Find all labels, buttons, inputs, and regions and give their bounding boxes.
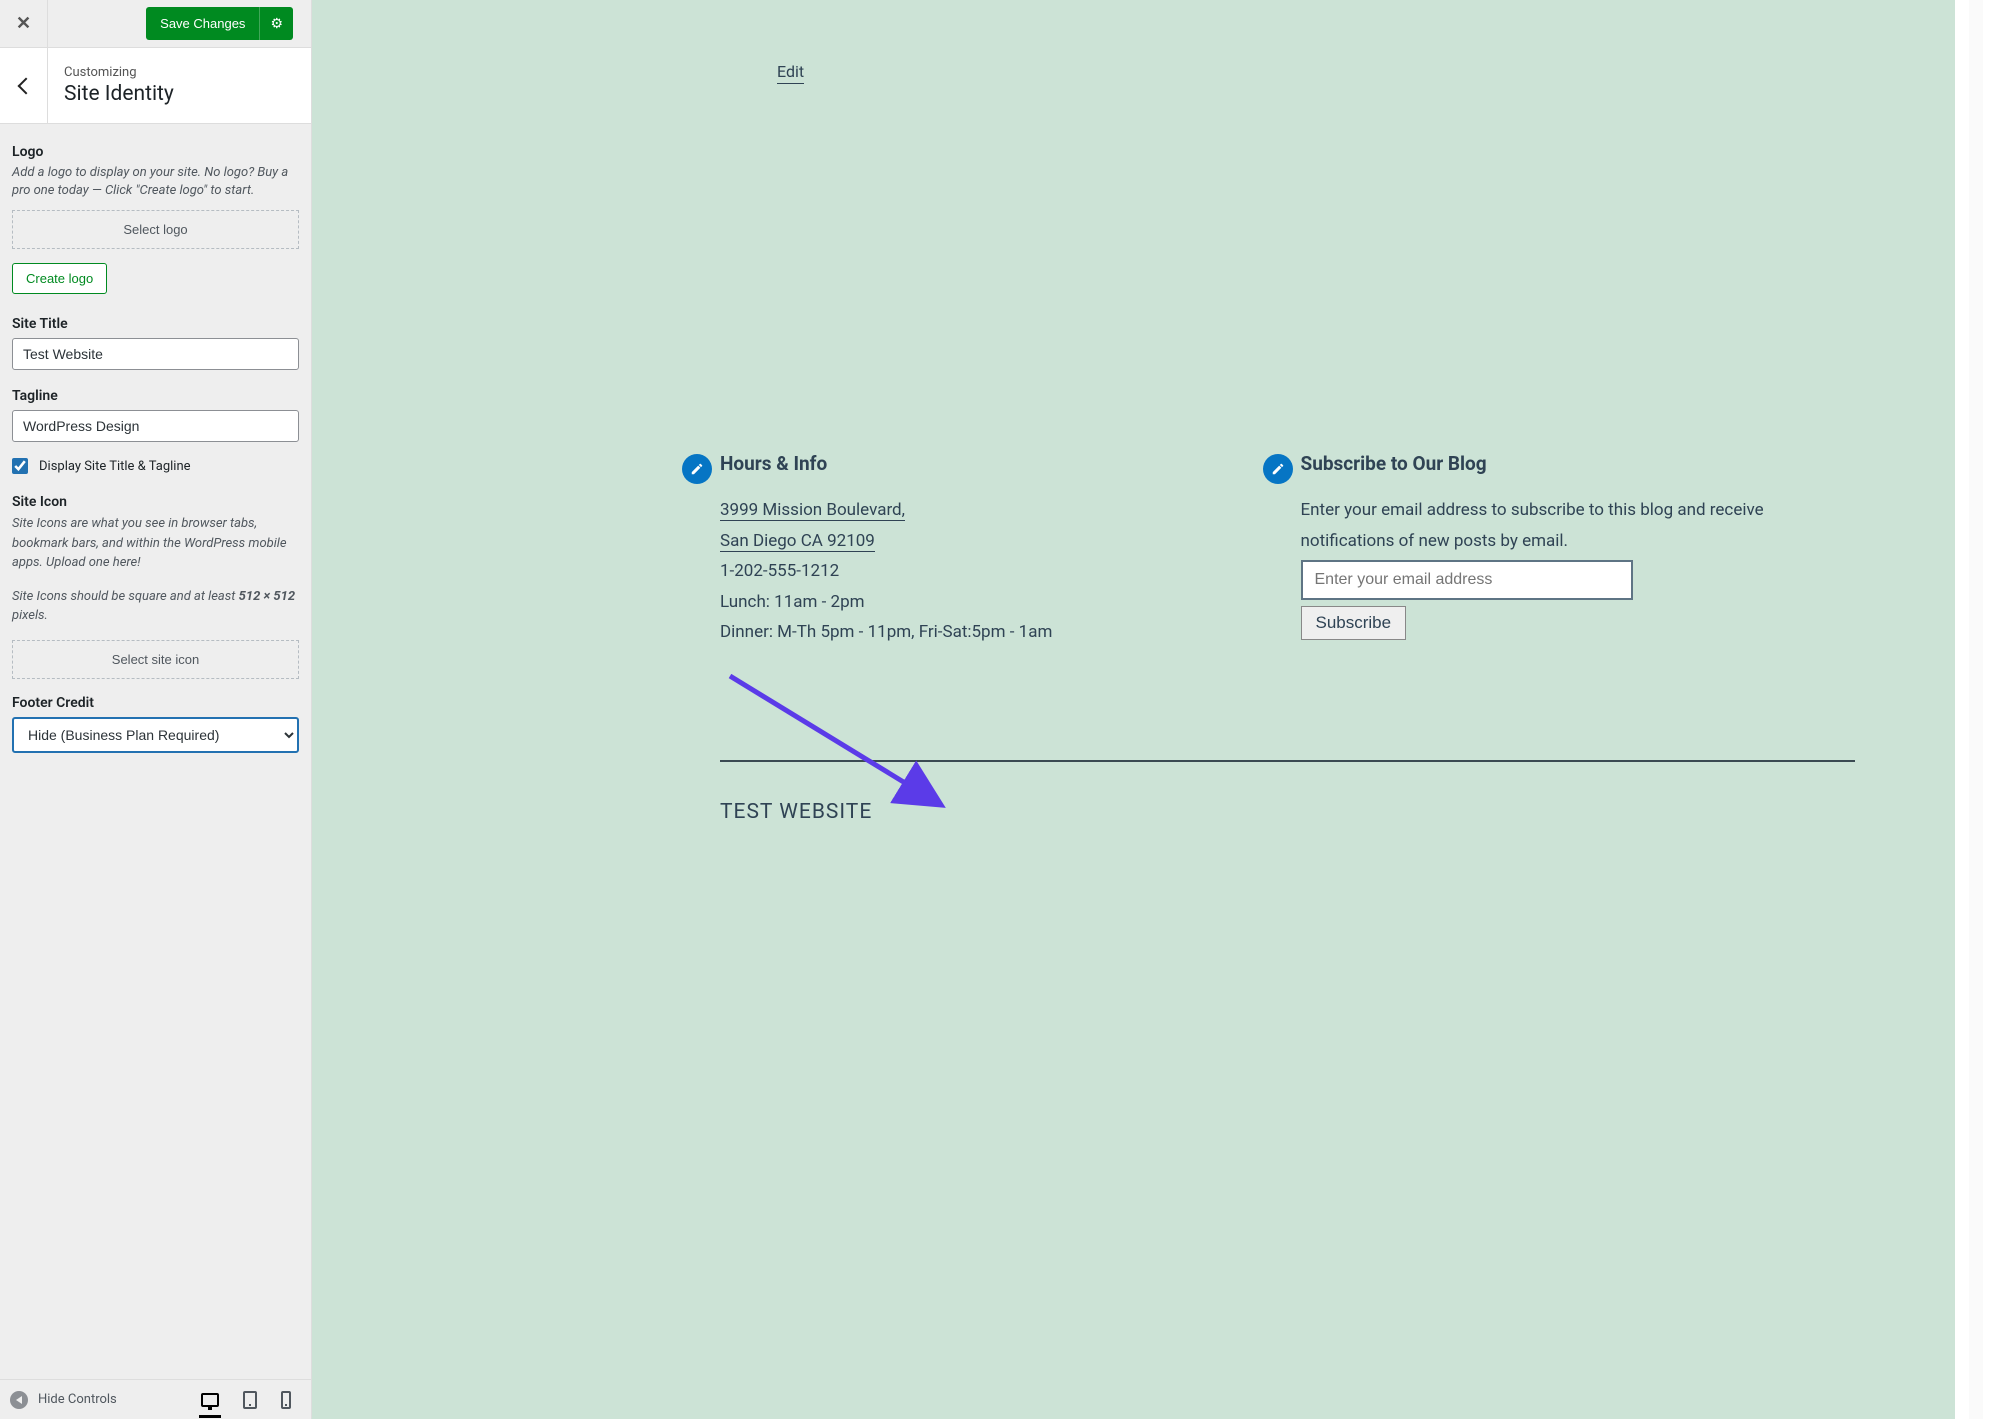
create-logo-button[interactable]: Create logo [12,263,107,294]
site-icon-description-1: Site Icons are what you see in browser t… [12,514,299,573]
hours-info-widget: Hours & Info 3999 Mission Boulevard, San… [720,452,1275,648]
collapse-icon [10,1391,28,1409]
site-icon-description-2: Site Icons should be square and at least… [12,587,299,626]
address-line-1: 3999 Mission Boulevard, [720,500,905,521]
tablet-icon [243,1391,257,1409]
preview-scrollbar-gutter [1955,0,1999,1419]
site-icon-desc2-post: pixels. [12,608,48,623]
subscribe-widget: Subscribe to Our Blog Enter your email a… [1301,452,1856,648]
site-icon-desc2-bold: 512 × 512 [239,589,296,604]
preview-pane: Edit Hours & Info 3999 Mission Boulevard… [312,0,1999,1419]
widget-edit-button[interactable] [1263,454,1293,484]
display-title-checkbox-row: Display Site Title & Tagline [12,458,299,474]
save-button-wrap: Save Changes ⚙ [146,7,311,40]
customizer-sidebar: ✕ Save Changes ⚙ Customizing Site Identi… [0,0,312,1419]
subscribe-button[interactable]: Subscribe [1301,606,1407,640]
footer-credit-select[interactable]: Hide (Business Plan Required) [12,717,299,753]
customizing-label: Customizing [64,65,174,80]
section-header: Customizing Site Identity [0,48,311,124]
pencil-icon [690,462,704,476]
device-desktop-button[interactable] [201,1393,219,1407]
logo-description: Add a logo to display on your site. No l… [12,164,299,200]
subscribe-email-input[interactable] [1301,560,1633,600]
address-link[interactable]: 3999 Mission Boulevard, San Diego CA 921… [720,495,1275,556]
subscribe-blurb: Enter your email address to subscribe to… [1301,495,1856,556]
display-title-checkbox[interactable] [12,458,28,474]
lunch-hours-text: Lunch: 11am - 2pm [720,587,1275,618]
footer-credit-label: Footer Credit [12,695,299,711]
save-button-label: Save Changes [146,8,259,39]
device-preview-buttons [201,1391,301,1409]
hide-controls-label: Hide Controls [38,1392,117,1407]
sidebar-top-bar: ✕ Save Changes ⚙ [0,0,311,48]
back-button[interactable] [0,48,48,124]
mobile-icon [281,1391,291,1409]
edit-shortcut-link[interactable]: Edit [777,62,804,84]
save-changes-button[interactable]: Save Changes ⚙ [146,7,293,40]
close-customizer-button[interactable]: ✕ [0,0,48,48]
section-title: Site Identity [64,82,174,106]
select-logo-button[interactable]: Select logo [12,210,299,249]
annotation-arrow [728,674,948,814]
device-mobile-button[interactable] [281,1391,291,1409]
widget-edit-button[interactable] [682,454,712,484]
pencil-icon [1271,462,1285,476]
sidebar-body: Logo Add a logo to display on your site.… [0,124,311,1379]
tagline-input[interactable] [12,410,299,442]
select-site-icon-button[interactable]: Select site icon [12,640,299,679]
site-icon-heading: Site Icon [12,494,299,510]
footer-site-title: TEST WEBSITE [720,800,872,824]
preview-scrollbar[interactable] [1969,0,1983,1419]
hours-info-title: Hours & Info [720,452,1275,475]
hide-controls-button[interactable]: Hide Controls [10,1391,117,1409]
site-title-input[interactable] [12,338,299,370]
site-icon-desc2-pre: Site Icons should be square and at least [12,589,239,604]
preview-iframe[interactable]: Edit Hours & Info 3999 Mission Boulevard… [312,0,1955,1419]
desktop-icon [201,1393,219,1407]
tagline-label: Tagline [12,388,299,404]
display-title-checkbox-label[interactable]: Display Site Title & Tagline [39,459,191,474]
sidebar-footer: Hide Controls [0,1379,311,1419]
subscribe-title: Subscribe to Our Blog [1301,452,1856,475]
phone-text: 1-202-555-1212 [720,556,1275,587]
footer-divider [720,760,1855,762]
close-icon: ✕ [16,13,31,34]
save-settings-gear-icon[interactable]: ⚙ [259,7,293,40]
dinner-hours-text: Dinner: M-Th 5pm - 11pm, Fri-Sat:5pm - 1… [720,617,1275,648]
device-tablet-button[interactable] [243,1391,257,1409]
footer-widgets-row: Hours & Info 3999 Mission Boulevard, San… [720,452,1855,648]
section-header-text: Customizing Site Identity [48,65,190,106]
site-title-label: Site Title [12,316,299,332]
address-line-2: San Diego CA 92109 [720,531,875,552]
logo-heading: Logo [12,144,299,160]
